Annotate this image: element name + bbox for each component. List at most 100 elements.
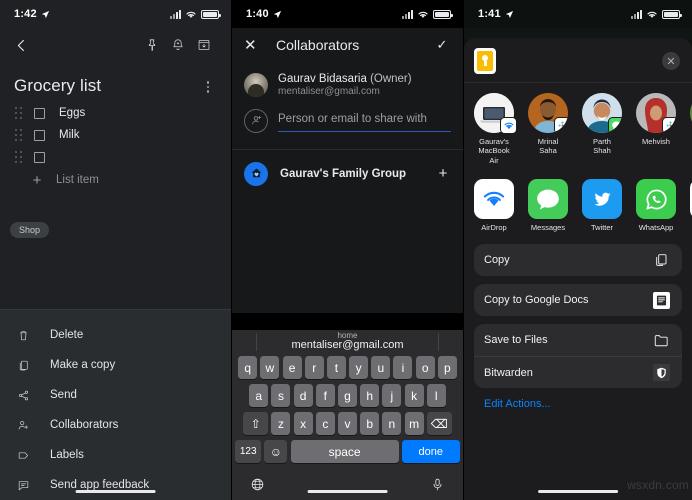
key-z[interactable]: z xyxy=(271,412,291,435)
key-l[interactable]: l xyxy=(426,384,446,407)
family-group-row[interactable]: Gaurav's Family Group + xyxy=(232,150,463,198)
numbers-key[interactable]: 123 xyxy=(235,440,262,463)
key-e[interactable]: e xyxy=(282,356,302,379)
collaborators-body: ✕ Collaborators ✓ Gaurav Bidasaria (Owne… xyxy=(232,28,463,313)
overflow-menu-icon[interactable] xyxy=(199,76,217,93)
checkbox[interactable] xyxy=(34,107,45,119)
list-item[interactable]: Milk xyxy=(0,124,231,146)
edit-actions-link[interactable]: Edit Actions... xyxy=(474,396,682,412)
key-k[interactable]: k xyxy=(404,384,424,407)
page-title[interactable]: Grocery list xyxy=(14,76,199,96)
emoji-key[interactable]: ☺ xyxy=(264,440,288,463)
twitter-icon xyxy=(582,179,622,220)
autofill-suggestion-bar[interactable]: home mentaliser@gmail.com xyxy=(232,330,463,354)
slack-badge xyxy=(662,117,676,133)
share-people-row: Gaurav's MacBook Air Mrinal Saha Parth S… xyxy=(464,83,692,171)
checkbox[interactable] xyxy=(34,151,45,163)
done-key[interactable]: done xyxy=(401,440,460,463)
archive-icon[interactable] xyxy=(191,32,217,58)
key-b[interactable]: b xyxy=(360,412,380,435)
backspace-key[interactable]: ⌫ xyxy=(426,412,452,435)
drag-handle-icon[interactable] xyxy=(10,107,28,119)
autofill-suggestion[interactable]: home mentaliser@gmail.com xyxy=(291,331,403,352)
globe-icon[interactable] xyxy=(250,477,265,492)
person-add-icon[interactable] xyxy=(244,108,268,133)
key-a[interactable]: a xyxy=(249,384,269,407)
add-list-item-row[interactable]: + List item xyxy=(0,168,231,192)
owner-email: mentaliser@gmail.com xyxy=(278,86,380,98)
key-v[interactable]: v xyxy=(338,412,357,435)
share-target-mrinal[interactable]: Mrinal Saha xyxy=(528,93,568,165)
key-f[interactable]: f xyxy=(315,384,335,407)
key-m[interactable]: m xyxy=(404,412,424,435)
key-x[interactable]: x xyxy=(293,412,313,435)
menu-item-labels[interactable]: Labels xyxy=(0,440,231,470)
share-target-mehvish[interactable]: Mehvish xyxy=(636,93,676,165)
action-save-to-files[interactable]: Save to Files xyxy=(474,324,682,356)
action-label: Copy to Google Docs xyxy=(484,294,589,307)
share-target-macbook[interactable]: Gaurav's MacBook Air xyxy=(474,93,517,165)
key-p[interactable]: p xyxy=(437,356,457,379)
key-u[interactable]: u xyxy=(371,356,391,379)
share-app-airdrop[interactable]: AirDrop xyxy=(474,179,514,232)
plus-icon[interactable]: + xyxy=(28,173,46,188)
key-o[interactable]: o xyxy=(415,356,435,379)
trash-icon xyxy=(12,329,34,342)
share-target-parth[interactable]: Parth Shah xyxy=(582,93,622,165)
list-item[interactable]: Eggs xyxy=(0,102,231,124)
menu-item-delete[interactable]: Delete xyxy=(0,320,231,350)
share-input[interactable] xyxy=(278,113,451,126)
action-copy-to-google-docs[interactable]: Copy to Google Docs xyxy=(474,284,682,316)
key-r[interactable]: r xyxy=(304,356,324,379)
close-icon[interactable]: ✕ xyxy=(662,52,680,70)
home-indicator[interactable] xyxy=(538,490,618,493)
keyboard-row-2: a s d f g h j k l xyxy=(235,384,460,407)
key-q[interactable]: q xyxy=(238,356,258,379)
status-right xyxy=(170,9,221,19)
share-app-twitter[interactable]: Twitter xyxy=(582,179,622,232)
back-arrow-icon[interactable] xyxy=(8,32,34,58)
key-h[interactable]: h xyxy=(360,384,380,407)
drag-handle-icon[interactable] xyxy=(10,151,28,163)
menu-item-collaborators[interactable]: Collaborators xyxy=(0,410,231,440)
label-chip[interactable]: Shop xyxy=(10,222,50,238)
key-y[interactable]: y xyxy=(349,356,369,379)
shift-key[interactable]: ⇧ xyxy=(243,412,269,435)
menu-item-make-a-copy[interactable]: Make a copy xyxy=(0,350,231,380)
home-indicator[interactable] xyxy=(75,490,156,493)
key-t[interactable]: t xyxy=(326,356,346,379)
action-copy[interactable]: Copy xyxy=(474,244,682,276)
note-checklist: Eggs Milk + List item xyxy=(0,102,231,192)
share-app-whatsapp[interactable]: WhatsApp xyxy=(636,179,676,232)
menu-item-send[interactable]: Send xyxy=(0,380,231,410)
note-toolbar xyxy=(0,28,231,62)
microphone-icon[interactable] xyxy=(430,477,445,492)
key-g[interactable]: g xyxy=(338,384,357,407)
key-n[interactable]: n xyxy=(382,412,402,435)
key-j[interactable]: j xyxy=(382,384,402,407)
share-app-messages[interactable]: Messages xyxy=(528,179,568,232)
menu-item-send-app-feedback[interactable]: Send app feedback xyxy=(0,470,231,500)
reminder-bell-icon[interactable] xyxy=(165,32,191,58)
confirm-check-icon[interactable]: ✓ xyxy=(433,37,451,53)
owner-text: Gaurav Bidasaria (Owner) mentaliser@gmai… xyxy=(278,72,412,99)
add-group-icon[interactable]: + xyxy=(435,165,451,182)
list-item[interactable] xyxy=(0,146,231,168)
person-add-icon xyxy=(12,419,34,432)
space-key[interactable]: space xyxy=(290,440,399,463)
action-label: Bitwarden xyxy=(484,366,533,379)
key-i[interactable]: i xyxy=(393,356,413,379)
add-list-item-label: List item xyxy=(56,174,99,186)
close-icon[interactable]: ✕ xyxy=(244,38,266,53)
action-bitwarden[interactable]: Bitwarden xyxy=(474,356,682,388)
drag-handle-icon[interactable] xyxy=(10,129,28,141)
home-indicator[interactable] xyxy=(307,490,388,493)
keyboard-row-1: q w e r t y u i o p xyxy=(235,356,460,379)
checkbox[interactable] xyxy=(34,129,45,141)
key-c[interactable]: c xyxy=(315,412,335,435)
key-d[interactable]: d xyxy=(293,384,313,407)
pin-icon[interactable] xyxy=(139,32,165,58)
key-w[interactable]: w xyxy=(260,356,280,379)
divider xyxy=(256,333,257,351)
key-s[interactable]: s xyxy=(271,384,291,407)
